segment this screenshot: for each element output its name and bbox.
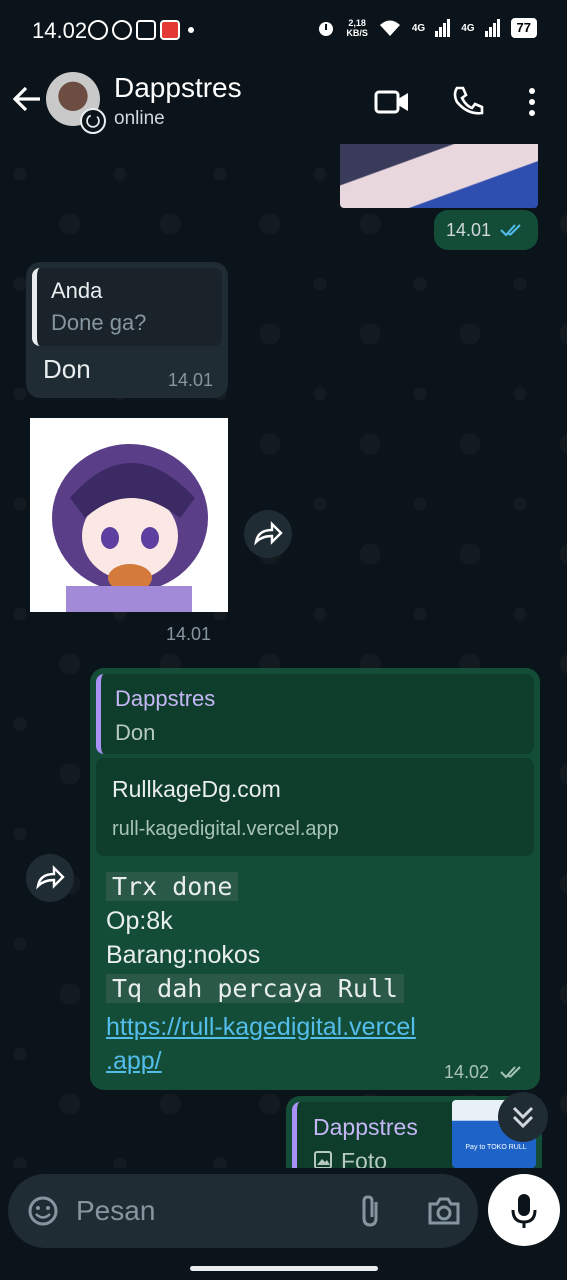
notification-icons [88, 20, 194, 40]
app-notification-icon [160, 20, 180, 40]
signal-bars-2-icon [484, 19, 500, 37]
message-line-1: Trx done [106, 872, 239, 901]
incoming-message[interactable]: Anda Done ga? Don 14.01 [26, 262, 228, 398]
signal-bars-1-icon [435, 19, 451, 37]
signal-2: 4G [461, 22, 475, 34]
outgoing-image-time-pill: 14.01 [434, 210, 538, 250]
camera-icon[interactable] [426, 1194, 462, 1228]
alarm-icon [319, 22, 334, 36]
delivered-ticks-icon [500, 1066, 521, 1079]
url-line-2[interactable]: .app/ [106, 1044, 162, 1078]
home-indicator [190, 1266, 378, 1271]
whatsapp-notification-icon [88, 20, 108, 40]
chat-header: Dappstres online [0, 60, 567, 144]
mic-icon [511, 1194, 537, 1228]
link-domain: rull-kagedigital.vercel.app [112, 818, 339, 840]
url-line-1[interactable]: https://rull-kagedigital.vercel [106, 1010, 526, 1044]
contact-name[interactable]: Dappstres [114, 72, 242, 104]
read-ticks-icon [500, 224, 521, 237]
back-arrow-icon[interactable] [10, 82, 44, 116]
emoji-icon[interactable] [26, 1194, 60, 1228]
message-time: 14.02 [444, 1062, 490, 1082]
message-composer [8, 1174, 478, 1248]
forward-button[interactable] [26, 854, 74, 902]
message-body: Trx done Op:8k Barang:nokos Tq dah perca… [106, 870, 404, 1006]
video-call-icon[interactable] [372, 82, 412, 122]
battery-indicator: 77 [510, 18, 537, 38]
quoted-message[interactable]: Anda Done ga? [32, 268, 222, 346]
message-line-4: Tq dah percaya Rull [106, 974, 404, 1003]
message-text: Don [43, 354, 91, 384]
quote-author: Anda [51, 278, 103, 303]
quote-text: Foto [341, 1148, 388, 1168]
net-speed: 2,18 KB/S [346, 18, 368, 38]
quote-author: Dappstres [115, 686, 216, 711]
quote-text: Done ga? [51, 310, 147, 335]
outgoing-image[interactable] [340, 144, 538, 208]
link-preview-card[interactable]: RullkageDg.com rull-kagedigital.vercel.a… [96, 758, 534, 856]
photo-thumbnail-text: Pay to TOKO RULL [465, 1144, 527, 1151]
instagram-notification-icon [136, 20, 156, 40]
forward-button[interactable] [244, 510, 292, 558]
forward-icon [36, 865, 65, 890]
signal-1: 4G [411, 22, 426, 34]
quote-author: Dappstres [313, 1114, 418, 1140]
voice-message-button[interactable] [488, 1174, 560, 1246]
message-time: 14.01 [446, 220, 492, 240]
message-line-2: Op:8k [106, 907, 173, 935]
more-notifications-dot [188, 27, 194, 33]
attach-icon[interactable] [356, 1194, 386, 1228]
wifi-icon [379, 20, 400, 36]
link-title: RullkageDg.com [112, 776, 281, 802]
status-ring-icon [80, 108, 106, 134]
net-speed-unit: KB/S [346, 28, 368, 38]
whatsapp-business-notification-icon [112, 20, 132, 40]
status-right: 2,18 KB/S 4G 4G 77 [316, 18, 537, 38]
status-time: 14.02 [32, 18, 88, 43]
chevron-double-down-icon [512, 1106, 534, 1129]
net-speed-value: 2,18 [348, 18, 366, 28]
sticker-time: 14.01 [166, 624, 212, 644]
forward-icon [254, 521, 283, 546]
sticker[interactable] [30, 418, 228, 612]
sticker-anime-girl-icon [52, 444, 208, 612]
message-time: 14.01 [168, 370, 214, 390]
more-vert-icon[interactable] [512, 82, 552, 122]
contact-status: online [114, 108, 165, 129]
chat-area[interactable]: 14.01 Anda Done ga? Don 14.01 14.01 Dapp… [0, 144, 567, 1168]
message-input[interactable] [76, 1192, 336, 1230]
message-line-3: Barang:nokos [106, 941, 261, 969]
scroll-to-bottom-button[interactable] [498, 1092, 548, 1142]
status-bar: 14.02 2,18 KB/S 4G 4G 77 [0, 0, 567, 60]
quote-text: Don [115, 720, 156, 745]
photo-icon [314, 1151, 332, 1168]
phone-icon[interactable] [448, 82, 488, 122]
quoted-message[interactable]: Dappstres Don [96, 674, 534, 754]
